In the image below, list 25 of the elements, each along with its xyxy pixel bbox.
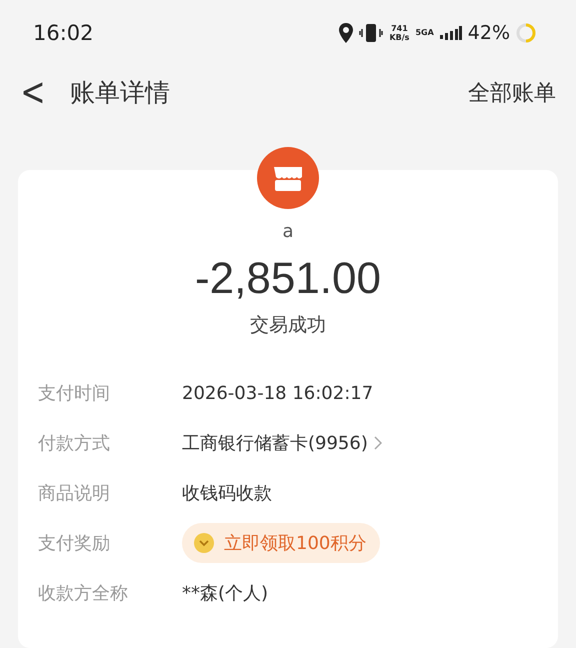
coin-icon — [194, 533, 214, 553]
page-title: 账单详情 — [70, 77, 171, 110]
network-speed: 741 KB/s — [389, 24, 410, 42]
location-icon — [339, 22, 354, 43]
amount: -2,851.00 — [195, 254, 381, 304]
merchant-name: a — [282, 221, 294, 242]
field-label: 付款方式 — [38, 432, 111, 455]
network-type: 5GA — [415, 28, 434, 38]
field-label: 商品说明 — [38, 482, 111, 505]
all-bills-link[interactable]: 全部账单 — [468, 78, 556, 108]
field-value: 2026-03-18 16:02:17 — [182, 382, 374, 404]
signal-icon — [440, 26, 462, 40]
field-label: 收款方全称 — [38, 582, 129, 605]
field-value: 收钱码收款 — [182, 482, 272, 505]
field-label: 支付奖励 — [38, 532, 111, 555]
transaction-status: 交易成功 — [250, 313, 326, 338]
payment-method-link[interactable]: 工商银行储蓄卡(9956) — [182, 431, 382, 455]
battery-ring-icon — [516, 22, 536, 43]
field-label: 支付时间 — [38, 382, 111, 405]
back-button[interactable]: < — [20, 70, 46, 116]
battery-percent: 42% — [468, 22, 510, 44]
chevron-icon — [374, 436, 382, 450]
field-value: **森(个人) — [182, 582, 268, 605]
clock-time: 16:02 — [33, 20, 94, 45]
vibrate-icon — [359, 22, 384, 43]
